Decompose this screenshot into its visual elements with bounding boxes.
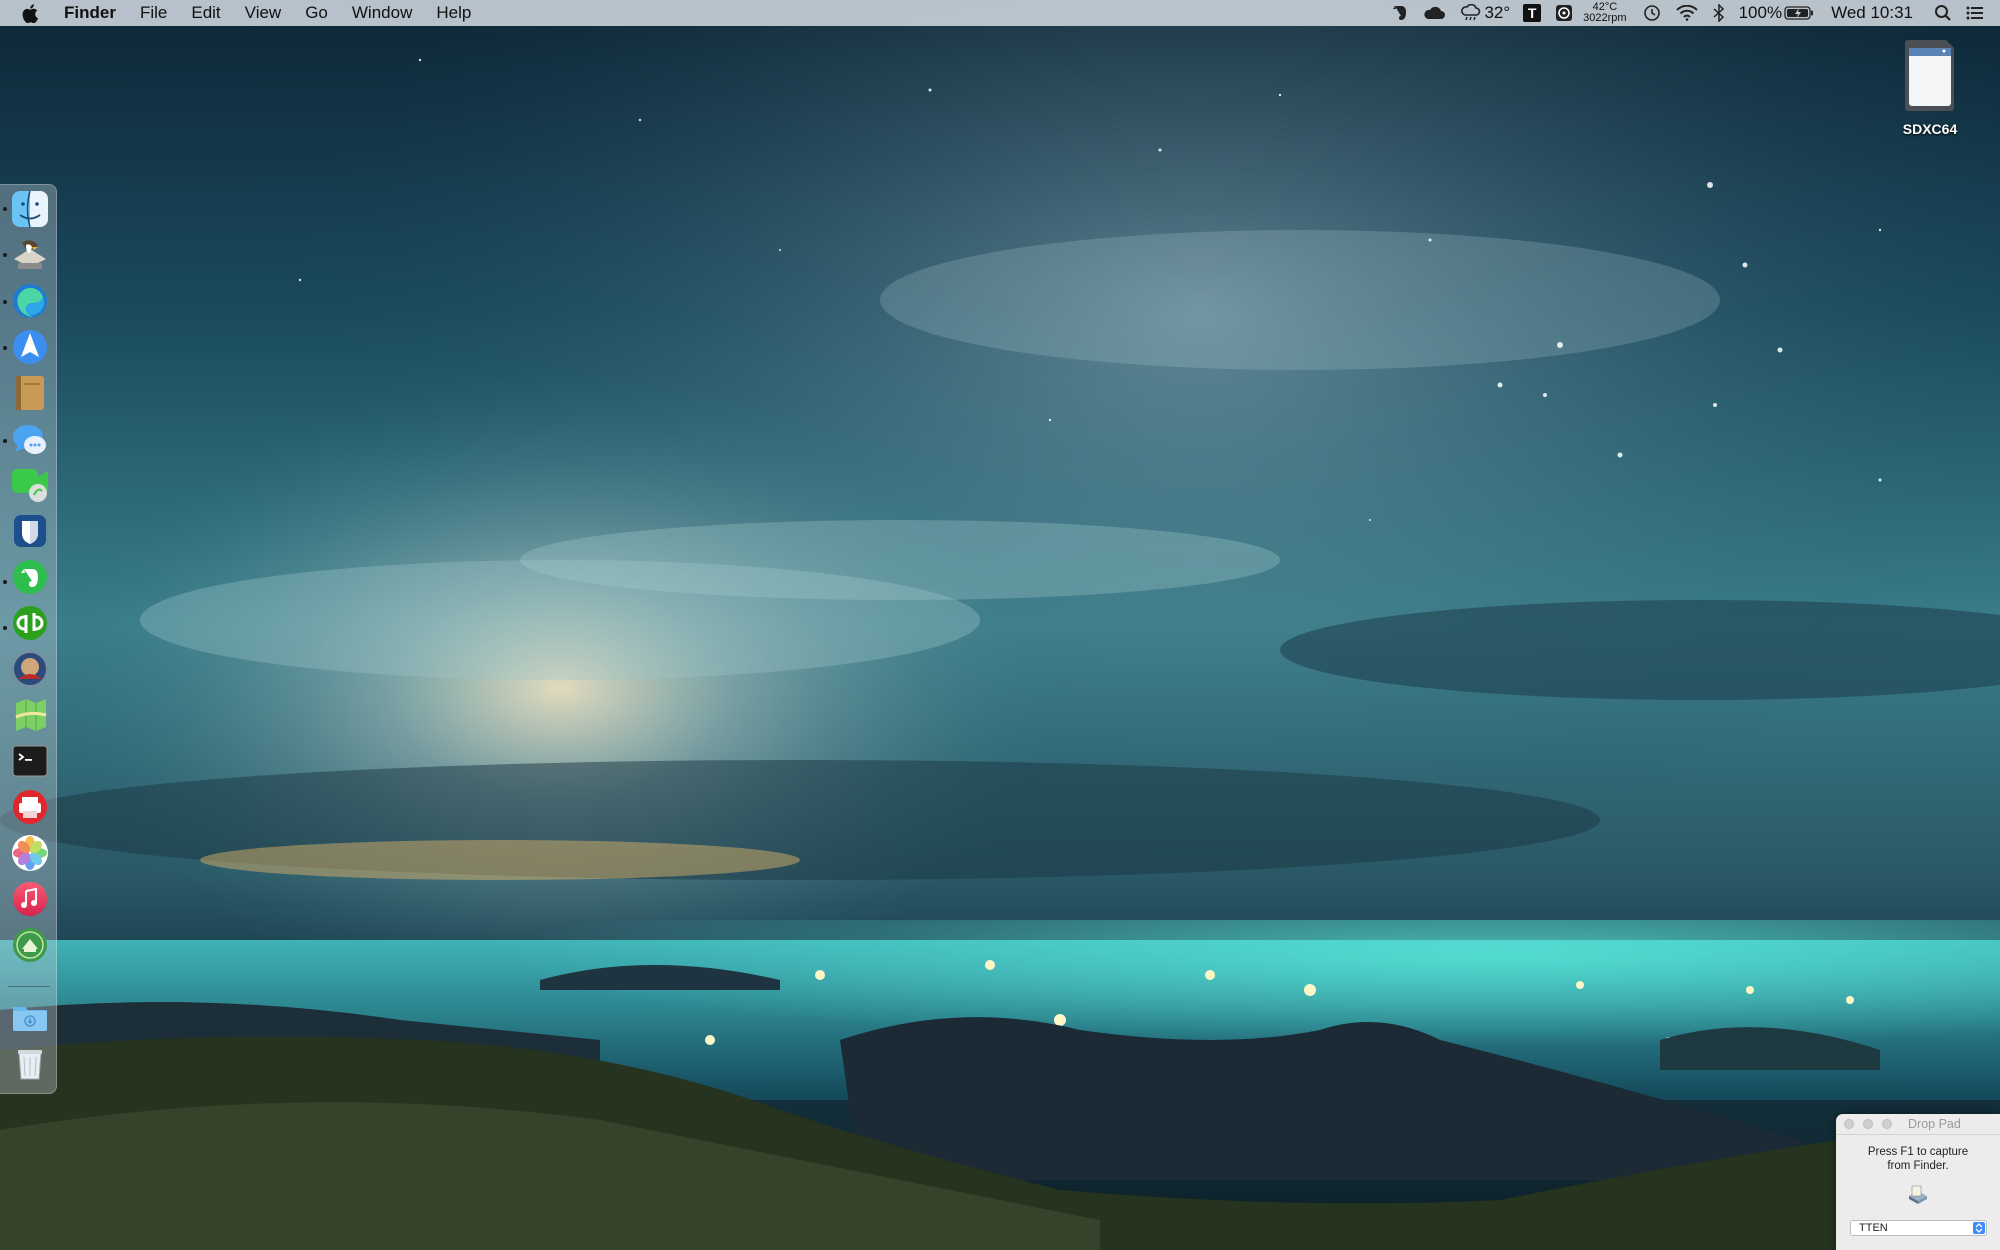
fan-icon[interactable]: [1548, 0, 1575, 26]
steam-avatar-icon[interactable]: [10, 649, 50, 689]
printer-app-icon[interactable]: [10, 787, 50, 827]
profile-select[interactable]: TTEN: [1850, 1220, 1987, 1236]
trash-icon[interactable]: [10, 1043, 50, 1083]
books-icon[interactable]: [10, 925, 50, 965]
navigation-arrow-icon[interactable]: [10, 327, 50, 367]
cloud-status-icon[interactable]: [1415, 0, 1453, 26]
menu-bar: Finder File Edit View Go Window Help 32°…: [0, 0, 2000, 26]
drop-pad-window: Drop Pad Press F1 to capture from Finder…: [1836, 1114, 2000, 1250]
time-machine-icon[interactable]: [1635, 0, 1669, 26]
text-app-icon[interactable]: T: [1516, 0, 1548, 26]
profile-select-value: TTEN: [1859, 1222, 1888, 1234]
menu-app-finder[interactable]: Finder: [62, 0, 128, 26]
dock-separator: [8, 986, 50, 987]
close-button[interactable]: [1844, 1119, 1854, 1129]
menu-go[interactable]: Go: [293, 0, 340, 26]
menu-help[interactable]: Help: [424, 0, 483, 26]
system-stats[interactable]: 42°C 3022rpm: [1575, 2, 1634, 24]
running-indicator: [3, 346, 7, 350]
terminal-icon[interactable]: [10, 741, 50, 781]
evernote-icon[interactable]: [10, 557, 50, 597]
facetime-icon[interactable]: [10, 465, 50, 505]
running-indicator: [3, 626, 7, 630]
drop-pad-hint-line1: Press F1 to capture: [1867, 1146, 1969, 1158]
scanner-icon: [1906, 1182, 1930, 1206]
minimize-button[interactable]: [1863, 1119, 1873, 1129]
evernote-status-icon[interactable]: [1385, 0, 1415, 26]
drop-pad-hint-line2: from Finder.: [1887, 1160, 1949, 1172]
running-indicator: [3, 439, 7, 443]
music-icon[interactable]: [10, 879, 50, 919]
spotlight-search-icon[interactable]: [1927, 0, 1959, 26]
drop-pad-hint: Press F1 to capture from Finder.: [1836, 1145, 2000, 1173]
select-arrows-icon: [1973, 1222, 1985, 1234]
desktop-sd-card[interactable]: SDXC64: [1890, 38, 1970, 137]
zoom-button[interactable]: [1882, 1119, 1892, 1129]
edge-icon[interactable]: [10, 281, 50, 321]
desktop-wallpaper: [0, 0, 2000, 1250]
sd-card-icon: [1905, 40, 1954, 111]
quickbooks-icon[interactable]: [10, 603, 50, 643]
running-indicator: [3, 253, 7, 257]
menu-window[interactable]: Window: [340, 0, 424, 26]
battery-charging-icon[interactable]: [1784, 0, 1821, 26]
menu-edit[interactable]: Edit: [179, 0, 232, 26]
sd-card-label: SDXC64: [1902, 121, 1958, 137]
running-indicator: [3, 580, 7, 584]
bitwarden-icon[interactable]: [10, 511, 50, 551]
downloads-folder-icon[interactable]: [10, 997, 50, 1037]
clock[interactable]: Wed 10:31: [1821, 0, 1927, 26]
photos-icon[interactable]: [10, 833, 50, 873]
menu-file[interactable]: File: [128, 0, 179, 26]
notebook-icon[interactable]: [10, 373, 50, 413]
text-app-letter: T: [1523, 4, 1542, 22]
fan-speed: 3022rpm: [1583, 12, 1627, 24]
weather-rain-icon[interactable]: [1453, 0, 1484, 26]
weather-temperature[interactable]: 32°: [1484, 0, 1516, 26]
dock: [0, 184, 57, 1094]
maps-icon[interactable]: [10, 695, 50, 735]
drop-pad-title: Drop Pad: [1908, 1117, 1961, 1131]
apple-logo-icon[interactable]: [22, 3, 40, 23]
wifi-icon[interactable]: [1669, 0, 1705, 26]
messages-icon[interactable]: [10, 419, 50, 459]
finder-icon[interactable]: [10, 189, 50, 229]
mail-eagle-icon[interactable]: [10, 235, 50, 275]
menu-view[interactable]: View: [233, 0, 294, 26]
running-indicator: [3, 207, 7, 211]
notification-center-icon[interactable]: [1959, 0, 2000, 26]
drop-pad-titlebar[interactable]: Drop Pad: [1836, 1114, 2000, 1135]
battery-percentage[interactable]: 100%: [1733, 0, 1784, 26]
running-indicator: [3, 300, 7, 304]
bluetooth-icon[interactable]: [1705, 0, 1733, 26]
